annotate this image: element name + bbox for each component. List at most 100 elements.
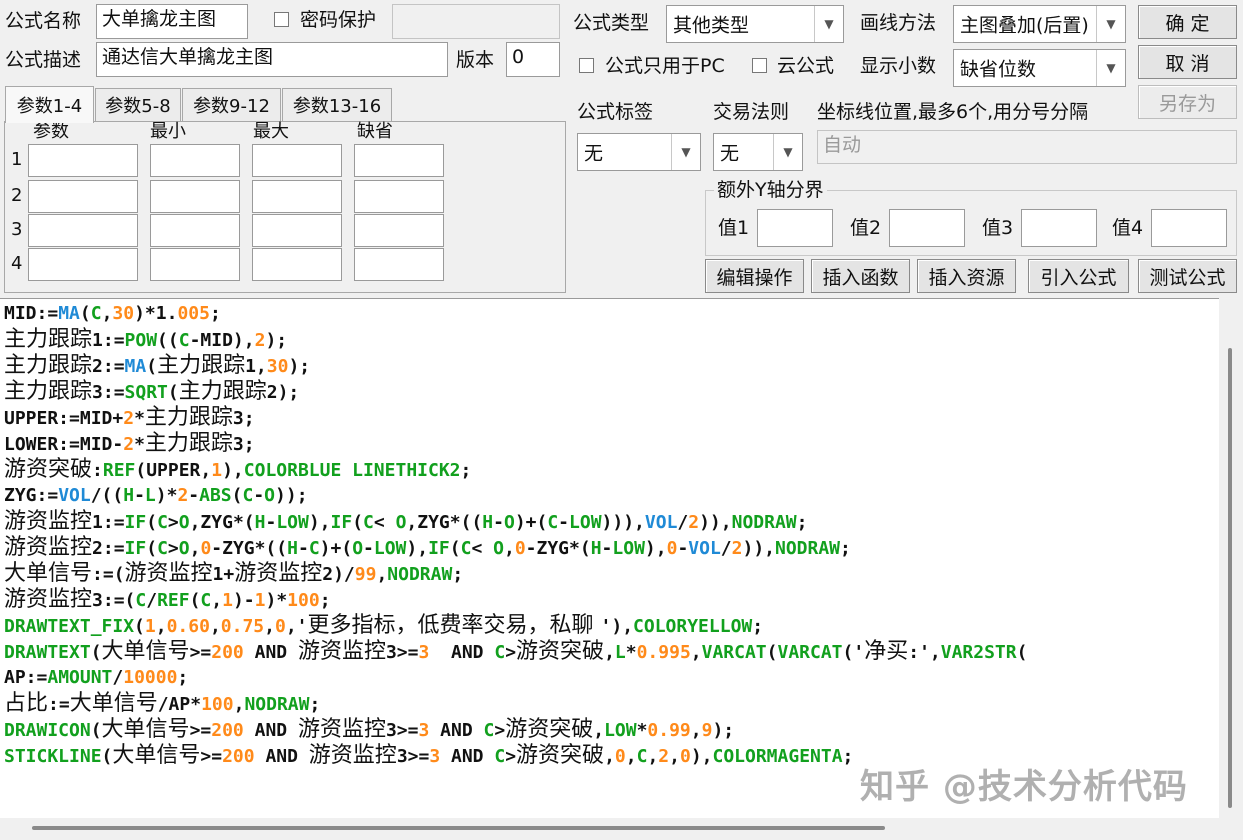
- edit-operations-button[interactable]: 编辑操作: [705, 259, 804, 293]
- code-token: ,ZYG*(: [189, 512, 255, 533]
- code-line[interactable]: 游资监控3:=(C/REF(C,1)-1)*100;: [0, 587, 1219, 613]
- code-token: )+(: [514, 512, 548, 533]
- axis-position-input[interactable]: 自动: [817, 130, 1237, 164]
- tab-params-9-12[interactable]: 参数9-12: [182, 88, 281, 121]
- draw-method-select[interactable]: 主图叠加(后置) ▼: [953, 5, 1126, 43]
- code-line[interactable]: 游资监控1:=IF(C>O,ZYG*(H-LOW),IF(C< O,ZYG*((…: [0, 509, 1219, 535]
- code-token: L: [614, 642, 626, 663]
- param-3-default-input[interactable]: [354, 214, 444, 247]
- code-token: 占比: [4, 691, 49, 716]
- param-4-name-input[interactable]: [28, 248, 138, 281]
- code-token: 3;: [232, 408, 255, 429]
- draw-method-label: 画线方法: [860, 12, 937, 34]
- code-token: 3>=: [396, 746, 430, 767]
- code-token: -: [677, 538, 689, 559]
- import-formula-button[interactable]: 引入公式: [1028, 259, 1129, 293]
- code-token: 2: [688, 512, 700, 533]
- cancel-button[interactable]: 取 消: [1138, 45, 1237, 79]
- code-token: 游资监控: [4, 509, 93, 534]
- chevron-down-icon[interactable]: ▼: [1096, 50, 1125, 86]
- code-line[interactable]: DRAWTEXT_FIX(1,0.60,0.75,0,'更多指标，低费率交易，私…: [0, 613, 1219, 639]
- tab-params-5-8[interactable]: 参数5-8: [95, 88, 181, 121]
- code-line[interactable]: AP:=AMOUNT/10000;: [0, 665, 1219, 691]
- chevron-down-icon[interactable]: ▼: [671, 134, 700, 170]
- password-checkbox[interactable]: [274, 12, 289, 27]
- formula-tag-select[interactable]: 无 ▼: [577, 133, 701, 171]
- code-token: -: [297, 538, 309, 559]
- code-token: 30: [266, 356, 289, 377]
- code-line[interactable]: 大单信号:=(游资监控1+游资监控2)/99,NODRAW;: [0, 561, 1219, 587]
- code-line[interactable]: 游资突破:REF(UPPER,1),COLORBLUE LINETHICK2;: [0, 457, 1219, 483]
- code-line[interactable]: LOWER:=MID-2*主力跟踪3;: [0, 431, 1219, 457]
- code-token: 3: [429, 746, 441, 767]
- chevron-down-icon[interactable]: ▼: [773, 134, 802, 170]
- param-4-min-input[interactable]: [150, 248, 240, 281]
- param-2-default-input[interactable]: [354, 180, 444, 213]
- param-1-min-input[interactable]: [150, 144, 240, 177]
- trade-rule-select[interactable]: 无 ▼: [713, 133, 803, 171]
- code-token: <: [471, 538, 494, 559]
- formula-type-select[interactable]: 其他类型 ▼: [666, 5, 844, 43]
- code-editor[interactable]: MID:=MA(C,30)*1.005; 主力跟踪1:=POW((C-MID),2…: [0, 298, 1219, 819]
- code-line[interactable]: DRAWTEXT(大单信号>=200 AND 游资监控3>=3 AND C>游资…: [0, 639, 1219, 665]
- value3-input[interactable]: [1021, 209, 1097, 247]
- tab-params-13-16[interactable]: 参数13-16: [282, 88, 392, 121]
- param-3-min-input[interactable]: [150, 214, 240, 247]
- insert-resource-button[interactable]: 插入资源: [917, 259, 1016, 293]
- trade-rule-value: 无: [720, 142, 740, 165]
- tab-params-1-4[interactable]: 参数1-4: [5, 86, 94, 123]
- decimal-select[interactable]: 缺省位数 ▼: [953, 49, 1126, 87]
- param-2-name-input[interactable]: [28, 180, 138, 213]
- horizontal-scrollbar[interactable]: [0, 818, 1219, 840]
- horizontal-scrollbar-thumb[interactable]: [32, 826, 885, 830]
- param-3-max-input[interactable]: [252, 214, 342, 247]
- chevron-down-icon[interactable]: ▼: [1096, 6, 1125, 42]
- param-2-max-input[interactable]: [252, 180, 342, 213]
- code-line[interactable]: DRAWICON(大单信号>=200 AND 游资监控3>=3 AND C>游资…: [0, 717, 1219, 743]
- formula-name-input[interactable]: 大单擒龙主图: [96, 4, 248, 39]
- code-token: (: [167, 382, 179, 403]
- password-input[interactable]: [392, 4, 560, 39]
- value2-input[interactable]: [889, 209, 965, 247]
- code-line[interactable]: 主力跟踪3:=SQRT(主力跟踪2);: [0, 379, 1219, 405]
- param-2-min-input[interactable]: [150, 180, 240, 213]
- code-token: DRAWICON: [4, 720, 91, 741]
- formula-desc-input[interactable]: 通达信大单擒龙主图: [96, 42, 448, 77]
- code-line[interactable]: 游资监控2:=IF(C>O,0-ZYG*((H-C)+(O-LOW),IF(C<…: [0, 535, 1219, 561]
- code-token: >: [167, 538, 179, 559]
- code-line[interactable]: MID:=MA(C,30)*1.005;: [0, 301, 1219, 327]
- insert-function-button[interactable]: 插入函数: [811, 259, 910, 293]
- pc-only-checkbox[interactable]: [579, 58, 594, 73]
- code-token: (: [189, 590, 201, 611]
- test-formula-button[interactable]: 测试公式: [1138, 259, 1237, 293]
- code-token: 游资监控: [308, 743, 397, 768]
- code-line[interactable]: 占比:=大单信号/AP*100,NODRAW;: [0, 691, 1219, 717]
- vertical-scrollbar-thumb[interactable]: [1228, 348, 1232, 808]
- axis-position-label: 坐标线位置,最多6个,用分号分隔: [817, 101, 1089, 123]
- value4-input[interactable]: [1151, 209, 1227, 247]
- param-3-name-input[interactable]: [28, 214, 138, 247]
- param-4-default-input[interactable]: [354, 248, 444, 281]
- chevron-down-icon[interactable]: ▼: [814, 6, 843, 42]
- code-token: C: [363, 512, 374, 533]
- param-1-max-input[interactable]: [252, 144, 342, 177]
- param-1-name-input[interactable]: [28, 144, 138, 177]
- code-token: ;: [452, 564, 464, 585]
- ok-button[interactable]: 确 定: [1138, 5, 1237, 39]
- code-token: 2: [123, 408, 135, 429]
- code-line[interactable]: ZYG:=VOL/((H-L)*2-ABS(C-O));: [0, 483, 1219, 509]
- param-1-default-input[interactable]: [354, 144, 444, 177]
- code-token: 2)/: [322, 564, 355, 585]
- code-content[interactable]: MID:=MA(C,30)*1.005; 主力跟踪1:=POW((C-MID),2…: [0, 299, 1219, 769]
- cloud-formula-checkbox[interactable]: [752, 58, 767, 73]
- code-line[interactable]: 主力跟踪1:=POW((C-MID),2);: [0, 327, 1219, 353]
- code-line[interactable]: 主力跟踪2:=MA(主力跟踪1,30);: [0, 353, 1219, 379]
- code-token: H: [590, 538, 602, 559]
- version-input[interactable]: 0: [506, 42, 560, 77]
- param-4-max-input[interactable]: [252, 248, 342, 281]
- value1-input[interactable]: [757, 209, 833, 247]
- save-as-button[interactable]: 另存为: [1138, 85, 1237, 119]
- code-line[interactable]: UPPER:=MID+2*主力跟踪3;: [0, 405, 1219, 431]
- vertical-scrollbar[interactable]: [1219, 298, 1243, 818]
- code-token: H: [287, 538, 298, 559]
